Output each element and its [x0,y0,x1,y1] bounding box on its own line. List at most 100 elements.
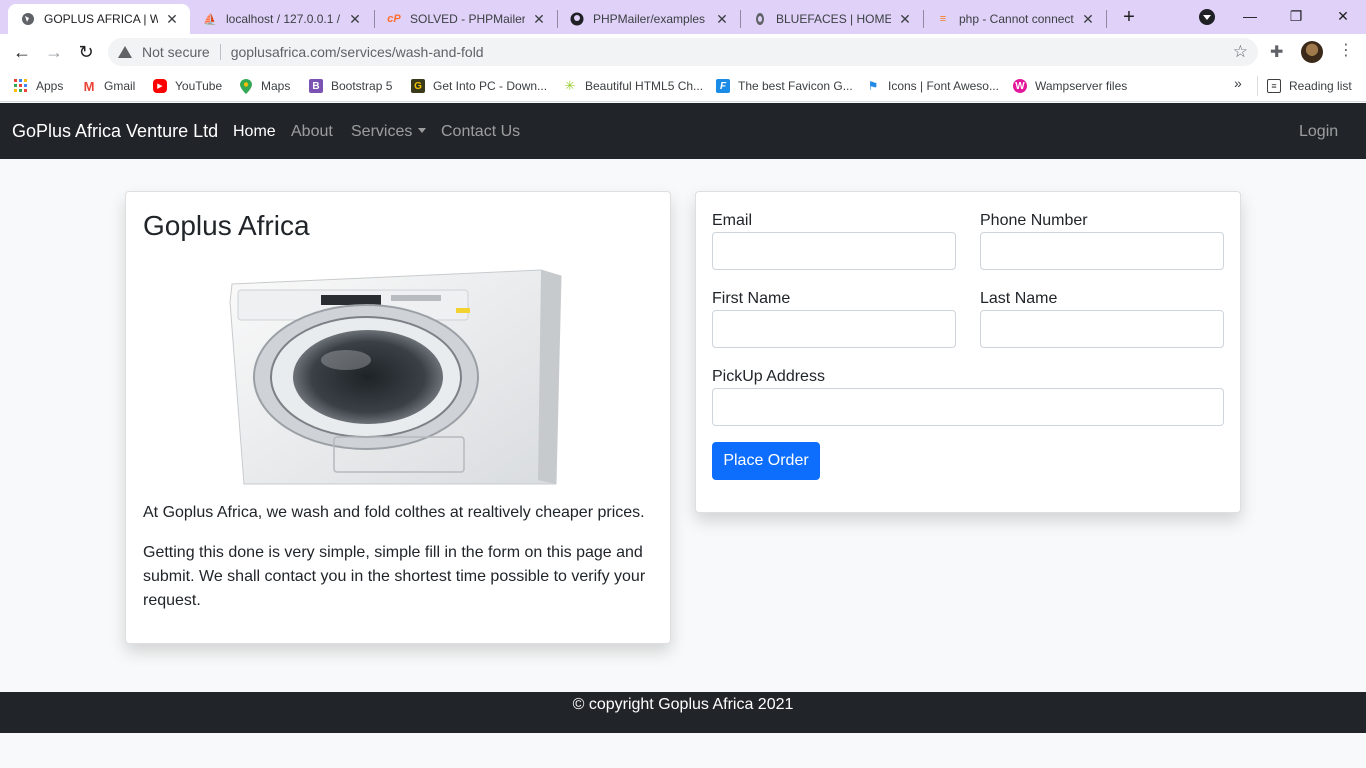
bookmark-apps[interactable]: Apps [14,76,63,96]
back-arrow-icon[interactable]: ← [10,41,34,63]
nav-contact[interactable]: Contact Us [441,123,520,141]
browser-tab[interactable]: cP SOLVED - PHPMailer re ✕ [374,4,557,34]
tab-divider [1106,10,1107,28]
stackoverflow-icon: ≡ [939,13,947,25]
nav-home[interactable]: Home [233,123,276,141]
order-form-card: Email Phone Number First Name Last Name … [695,191,1241,513]
bookmark-label: YouTube [175,79,223,93]
bookmark-favicon-generator[interactable]: F The best Favicon G... [716,76,853,96]
bookmarks-overflow-chevron-icon[interactable]: » [1234,75,1242,91]
nav-about[interactable]: About [291,123,333,141]
close-icon[interactable]: ✕ [714,11,730,28]
github-icon [569,11,585,27]
service-title: Goplus Africa [143,210,310,241]
minimize-icon[interactable]: — [1227,4,1273,28]
first-name-field[interactable] [712,310,956,348]
restore-icon[interactable]: ❐ [1273,4,1319,28]
reading-list-icon: ≡ [1267,79,1281,93]
browser-tab[interactable]: BLUEFACES | HOME ✕ [740,4,923,34]
gmail-icon: M [83,78,95,94]
reading-list[interactable]: ≡ Reading list [1267,76,1352,96]
phone-label: Phone Number [980,212,1088,229]
browser-toolbar: ← → ↻ Not secure goplusafrica.com/servic… [0,34,1366,70]
bookmark-label: The best Favicon G... [738,79,853,93]
pickup-address-field[interactable] [712,388,1224,426]
profile-avatar[interactable] [1301,41,1323,63]
youtube-icon: ▶ [153,79,167,93]
bookmark-label: Apps [36,79,64,93]
browser-tab-active[interactable]: GOPLUS AFRICA | WASH ✕ [8,4,190,34]
new-tab-plus-icon[interactable]: + [1117,5,1141,29]
browser-tab-strip: GOPLUS AFRICA | WASH ✕ ⛵ localhost / 127… [0,0,1366,34]
first-name-label: First Name [712,290,791,307]
service-info-card: Goplus Africa At Goplus Africa, we wash … [125,191,671,644]
address-divider [219,44,221,60]
email-field[interactable] [712,232,956,270]
close-icon[interactable]: ✕ [347,11,363,28]
last-name-field[interactable] [980,310,1224,348]
menu-kebab-icon[interactable]: ⋮ [1338,40,1354,60]
bookmarks-divider [1257,76,1258,96]
pickup-address-label: PickUp Address [712,368,825,385]
browser-tab[interactable]: ⛵ localhost / 127.0.0.1 / g ✕ [190,4,373,34]
bluefaces-icon [752,11,768,27]
place-order-button[interactable]: Place Order [712,442,820,480]
window-close-icon[interactable]: ✕ [1320,4,1366,28]
getintopc-icon: G [411,79,425,93]
maps-icon [239,78,253,94]
url-text[interactable]: goplusafrica.com/services/wash-and-fold [231,44,484,60]
font-awesome-icon: ⚑ [867,79,879,93]
bookmark-getintopc[interactable]: G Get Into PC - Down... [411,76,547,96]
service-description-2: Getting this done is very simple, simple… [143,544,646,609]
phone-field[interactable] [980,232,1224,270]
brand-link[interactable]: GoPlus Africa Venture Ltd [12,121,218,142]
bookmark-label: Icons | Font Aweso... [888,79,999,93]
bookmark-font-awesome[interactable]: ⚑ Icons | Font Aweso... [866,76,999,96]
bootstrap-icon: B [309,79,323,93]
html5-chart-icon: ✳ [564,78,576,93]
phpmyadmin-icon: ⛵ [203,13,217,26]
extensions-puzzle-icon[interactable]: ✚ [1270,42,1283,62]
email-label: Email [712,212,753,229]
close-icon[interactable]: ✕ [1080,11,1096,28]
tab-search-chevron-icon[interactable] [1199,9,1215,25]
tab-title: php - Cannot connect [959,12,1074,26]
nav-services-dropdown[interactable]: Services [351,123,427,141]
security-label[interactable]: Not secure [142,44,210,60]
bookmark-label: Beautiful HTML5 Ch... [585,79,704,93]
tab-title: SOLVED - PHPMailer re [410,12,525,26]
bookmark-wampserver[interactable]: W Wampserver files [1013,76,1127,96]
bookmark-gmail[interactable]: M Gmail [82,76,136,96]
browser-tab[interactable]: PHPMailer/examples at ✕ [557,4,740,34]
bookmark-label: Maps [261,79,291,93]
bookmark-bootstrap[interactable]: B Bootstrap 5 [309,76,392,96]
bookmark-label: Wampserver files [1035,79,1128,93]
tab-title: localhost / 127.0.0.1 / g [226,12,341,26]
reload-icon[interactable]: ↻ [74,41,98,63]
apps-grid-icon [14,79,28,93]
close-icon[interactable]: ✕ [531,11,547,28]
address-bar[interactable]: Not secure goplusafrica.com/services/was… [108,38,1258,66]
site-navbar: GoPlus Africa Venture Ltd Home About Ser… [0,103,1366,159]
copyright-text: © copyright Goplus Africa 2021 [572,696,794,713]
tab-title: GOPLUS AFRICA | WASH [44,12,158,26]
bookmark-maps[interactable]: Maps [239,76,290,96]
reading-list-label: Reading list [1289,79,1352,93]
washing-machine-image [229,269,562,485]
bookmark-star-icon[interactable]: ☆ [1233,42,1248,62]
cpanel-icon: cP [387,13,401,25]
bookmarks-bar: Apps M Gmail ▶ YouTube Maps B Bootstrap … [0,70,1366,102]
warning-triangle-icon [118,46,132,58]
close-icon[interactable]: ✕ [897,11,913,28]
bookmark-html5-charts[interactable]: ✳ Beautiful HTML5 Ch... [563,76,704,96]
browser-tab[interactable]: ≡ php - Cannot connect ✕ [923,4,1106,34]
globe-icon [20,11,36,27]
site-footer: © copyright Goplus Africa 2021 [0,692,1366,733]
caret-down-icon [418,128,427,133]
nav-login[interactable]: Login [1299,123,1338,141]
close-icon[interactable]: ✕ [164,11,180,28]
bookmark-youtube[interactable]: ▶ YouTube [153,76,222,96]
nav-services-label: Services [351,123,413,140]
wampserver-icon: W [1013,79,1027,93]
forward-arrow-icon[interactable]: → [42,41,66,63]
